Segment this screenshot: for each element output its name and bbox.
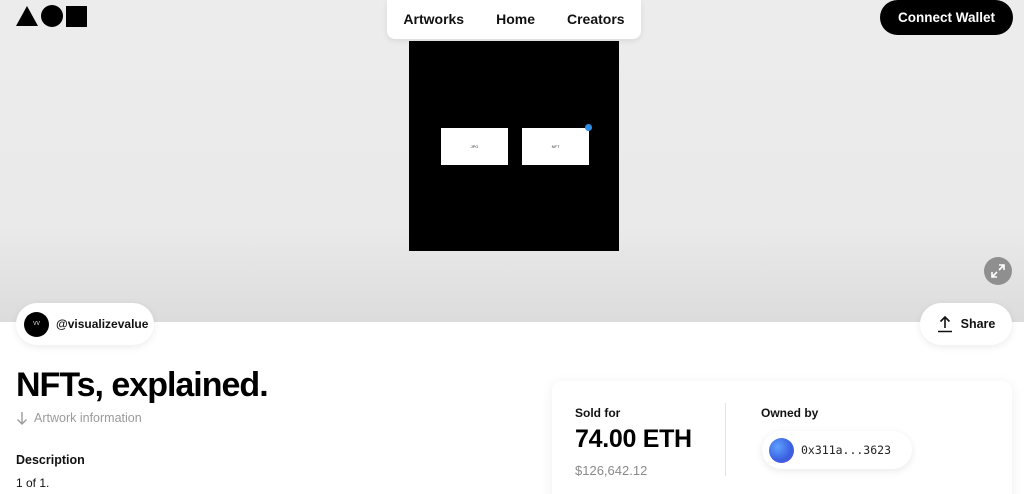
creator-pill[interactable]: VV @visualizevalue	[16, 303, 154, 345]
nav-home[interactable]: Home	[480, 0, 551, 39]
artwork-image[interactable]: JPG NFT	[409, 41, 619, 251]
nav-artworks[interactable]: Artworks	[387, 0, 480, 39]
creator-handle: @visualizevalue	[56, 317, 149, 331]
expand-icon	[991, 264, 1005, 278]
description-text: 1 of 1.	[16, 476, 50, 490]
expand-button[interactable]	[984, 257, 1012, 285]
artwork-information-label: Artwork information	[34, 411, 142, 425]
divider	[725, 403, 726, 476]
owned-by-label: Owned by	[761, 406, 819, 420]
description-label: Description	[16, 453, 85, 467]
share-button[interactable]: Share	[920, 303, 1012, 345]
sale-card: Sold for 74.00 ETH $126,642.12 Owned by …	[552, 381, 1012, 494]
sold-price-usd: $126,642.12	[575, 463, 648, 478]
artwork-dot	[585, 124, 592, 131]
owner-pill[interactable]: 0x311a...3623	[762, 431, 912, 469]
artwork-box-nft: NFT	[522, 128, 589, 165]
artwork-title: NFTs, explained.	[16, 366, 269, 404]
owner-address: 0x311a...3623	[801, 443, 892, 457]
sold-price: 74.00 ETH	[575, 425, 692, 453]
share-label: Share	[960, 317, 996, 331]
circle-logo-shape	[41, 5, 63, 27]
square-logo-shape	[66, 5, 87, 27]
triangle-logo-shape	[16, 6, 38, 26]
sold-for-label: Sold for	[575, 406, 621, 420]
logo[interactable]	[16, 5, 89, 27]
owner-avatar	[769, 437, 794, 463]
connect-wallet-button[interactable]: Connect Wallet	[880, 0, 1013, 35]
share-upload-icon	[937, 315, 952, 333]
nav-creators[interactable]: Creators	[551, 0, 641, 39]
artwork-box-jpg: JPG	[441, 128, 508, 165]
artwork-information-link[interactable]: Artwork information	[16, 411, 142, 425]
arrow-down-icon	[17, 412, 27, 425]
creator-avatar: VV	[24, 311, 49, 337]
main-nav: Artworks Home Creators	[387, 0, 641, 39]
